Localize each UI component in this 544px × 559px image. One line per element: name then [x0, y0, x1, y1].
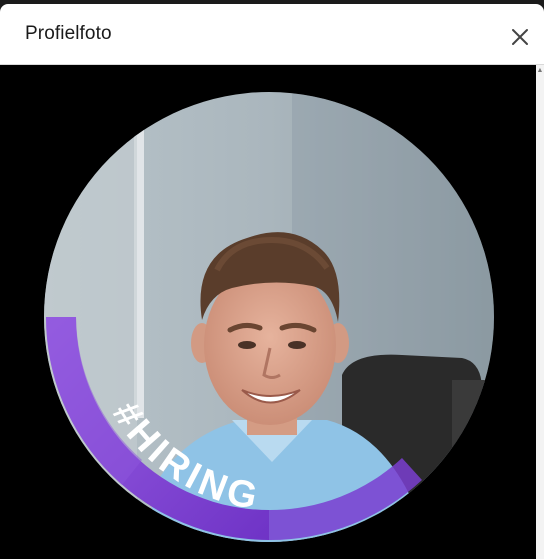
profile-photo: #HIRING	[44, 92, 494, 542]
close-button[interactable]	[506, 23, 534, 51]
profile-photo-dialog: Profielfoto #HIRING ▲	[0, 4, 544, 559]
close-icon	[512, 29, 528, 45]
scrollbar[interactable]: ▲	[536, 65, 544, 559]
dialog-title: Profielfoto	[25, 23, 112, 44]
dialog-header: Profielfoto	[0, 4, 544, 65]
photo-viewer: #HIRING	[0, 65, 536, 559]
chevron-up-icon[interactable]: ▲	[536, 67, 544, 75]
